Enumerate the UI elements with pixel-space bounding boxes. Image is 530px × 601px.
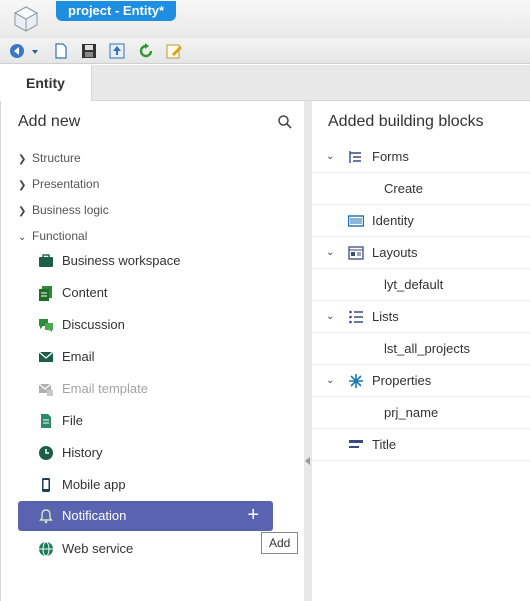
- list-item-email[interactable]: Email: [18, 342, 273, 372]
- bell-icon: [38, 508, 54, 524]
- layouts-icon: [348, 245, 364, 261]
- tree-row-forms[interactable]: ⌄ Forms: [312, 141, 530, 173]
- added-building-blocks-panel: Added building blocks ⌄ Forms Create Ide…: [312, 101, 530, 601]
- list-item-business-workspace[interactable]: Business workspace: [18, 246, 273, 276]
- toolbar: [0, 38, 530, 64]
- add-tooltip: Add: [261, 532, 299, 554]
- list-item-file[interactable]: File: [18, 406, 273, 436]
- panel-title: Add new: [18, 113, 81, 130]
- chevron-down-icon[interactable]: ⌄: [326, 247, 334, 258]
- tree-row-prj-name[interactable]: prj_name: [312, 397, 530, 429]
- discussion-icon: [38, 317, 54, 333]
- tree-row-lst-all-projects[interactable]: lst_all_projects: [312, 333, 530, 365]
- add-new-panel: Add new ❯ Structure ❯ Presentation ❯ Busine…: [0, 101, 304, 601]
- refresh-icon[interactable]: [137, 42, 155, 60]
- chevron-down-icon[interactable]: ⌄: [326, 151, 334, 162]
- email-template-icon: [38, 381, 54, 397]
- dropdown-icon[interactable]: [30, 42, 40, 60]
- tree-row-title[interactable]: Title: [312, 429, 530, 461]
- export-icon[interactable]: [108, 42, 126, 60]
- search-icon[interactable]: [277, 114, 293, 130]
- category-presentation[interactable]: ❯ Presentation: [18, 175, 99, 193]
- list-item-content[interactable]: Content: [18, 278, 273, 308]
- window-title[interactable]: project - Entity*: [56, 1, 177, 21]
- list-item-web-service[interactable]: Web service: [18, 534, 273, 564]
- title-icon: [348, 437, 364, 453]
- mobile-icon: [38, 477, 54, 493]
- tree-row-properties[interactable]: ⌄ Properties: [312, 365, 530, 397]
- collapse-arrow-icon[interactable]: [305, 457, 310, 465]
- category-business-logic[interactable]: ❯ Business logic: [18, 201, 109, 219]
- edit-icon[interactable]: [165, 42, 183, 60]
- list-item-mobile-app[interactable]: Mobile app: [18, 470, 273, 500]
- chevron-right-icon: ❯: [18, 154, 27, 165]
- chevron-right-icon: ❯: [18, 206, 27, 217]
- briefcase-icon: [38, 253, 54, 269]
- panel-title: Added building blocks: [328, 113, 484, 130]
- content-icon: [38, 285, 54, 301]
- tree-row-layouts[interactable]: ⌄ Layouts: [312, 237, 530, 269]
- history-icon: [38, 445, 54, 461]
- tab-strip: Entity: [0, 65, 530, 101]
- chevron-down-icon: ⌄: [18, 232, 27, 243]
- file-icon: [38, 413, 54, 429]
- save-icon[interactable]: [80, 42, 98, 60]
- panel-splitter[interactable]: [304, 101, 312, 601]
- chevron-down-icon[interactable]: ⌄: [326, 311, 334, 322]
- email-icon: [38, 349, 54, 365]
- category-structure[interactable]: ❯ Structure: [18, 149, 81, 167]
- forms-icon: [348, 149, 364, 165]
- globe-icon: [38, 541, 54, 557]
- tree-row-lyt-default[interactable]: lyt_default: [312, 269, 530, 301]
- lists-icon: [348, 309, 364, 325]
- tree-row-lists[interactable]: ⌄ Lists: [312, 301, 530, 333]
- chevron-down-icon[interactable]: ⌄: [326, 375, 334, 386]
- category-functional[interactable]: ⌄ Functional: [18, 227, 87, 245]
- list-item-email-template[interactable]: Email template: [18, 374, 273, 404]
- back-icon[interactable]: [8, 42, 26, 60]
- properties-icon: [348, 373, 364, 389]
- new-document-icon[interactable]: [52, 42, 70, 60]
- tab-entity[interactable]: Entity: [0, 65, 92, 101]
- add-plus-button[interactable]: +: [247, 504, 259, 526]
- list-item-history[interactable]: History: [18, 438, 273, 468]
- title-bar: project - Entity*: [0, 0, 530, 38]
- list-item-notification[interactable]: Notification +: [18, 501, 273, 531]
- identity-icon: [347, 213, 365, 229]
- chevron-right-icon: ❯: [18, 180, 27, 191]
- list-item-discussion[interactable]: Discussion: [18, 310, 273, 340]
- app-cube-icon: [12, 5, 40, 33]
- tree-row-identity[interactable]: Identity: [312, 205, 530, 237]
- tree-row-create[interactable]: Create: [312, 173, 530, 205]
